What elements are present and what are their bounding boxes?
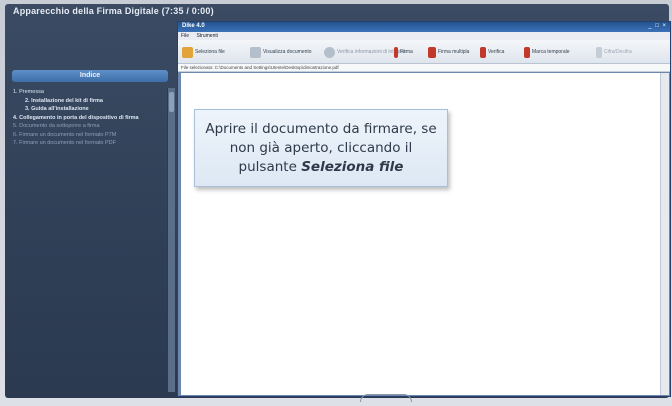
index-item-collegamento[interactable]: 4. Collegamento in porta del dispositivo… xyxy=(11,114,169,123)
document-icon xyxy=(250,46,261,58)
index-item-installazione-kit[interactable]: 2. Installazione del kit di firma xyxy=(11,97,169,106)
select-file-label: Seleziona file xyxy=(195,49,225,55)
check-icon xyxy=(480,46,486,58)
document-scrollbar[interactable] xyxy=(660,73,669,395)
refresh-icon xyxy=(324,46,335,58)
screen-frame: Apparecchio della Firma Digitale (7:35 /… xyxy=(0,0,672,406)
view-document-button[interactable]: Visualizza documento xyxy=(250,44,312,60)
pen-multiple-icon xyxy=(428,46,436,58)
index-scrollbar[interactable] xyxy=(167,88,175,392)
index-panel: Indice 1. Premessa 2. Installazione del … xyxy=(11,70,169,392)
index-item-documento[interactable]: 5. Documento da sottoporre a firma xyxy=(11,122,169,131)
verify-button[interactable]: Verifica xyxy=(480,44,504,60)
pen-icon xyxy=(394,46,398,58)
view-document-label: Visualizza documento xyxy=(263,49,312,55)
index-scroll-thumb[interactable] xyxy=(169,92,174,112)
lock-icon xyxy=(596,46,602,58)
dike-titlebar: Dike 4.0 _ □ × xyxy=(178,22,670,32)
sign-label: Firma xyxy=(400,49,413,55)
index-item-firma-pdf[interactable]: 7. Firmare un documento nel formato PDF xyxy=(11,139,169,148)
window-controls[interactable]: _ □ × xyxy=(648,23,667,29)
encrypt-button[interactable]: Cifra/Decifra xyxy=(596,44,632,60)
callout-text: Aprire il documento da firmare, se non g… xyxy=(201,120,441,177)
toolbar: Seleziona file Visualizza documento Veri… xyxy=(178,40,670,64)
select-file-button[interactable]: Seleziona file xyxy=(182,44,225,60)
bottom-arc-decoration xyxy=(360,394,412,402)
index-item-guida-installazione[interactable]: 3. Guida all'installazione xyxy=(11,105,169,114)
menu-file[interactable]: File xyxy=(181,33,189,39)
app-title: Apparecchio della Firma Digitale (7:35 /… xyxy=(13,6,214,16)
timestamp-label: Marca temporale xyxy=(532,49,570,55)
menubar: File Strumenti xyxy=(178,32,670,40)
index-list: 1. Premessa 2. Installazione del kit di … xyxy=(11,88,169,148)
dike-window: Dike 4.0 _ □ × File Strumenti Seleziona … xyxy=(177,21,671,397)
verify-label: Verifica xyxy=(488,49,505,55)
timestamp-icon xyxy=(524,46,530,58)
app-window: Apparecchio della Firma Digitale (7:35 /… xyxy=(5,4,671,398)
index-header: Indice xyxy=(12,70,168,82)
index-item-firma-p7m[interactable]: 6. Firmare un documento nel formato P7M xyxy=(11,131,169,140)
menu-strumenti[interactable]: Strumenti xyxy=(196,33,217,39)
index-item-premessa[interactable]: 1. Premessa xyxy=(11,88,169,97)
selected-file-path: File selezionato: C:\Documents and Setti… xyxy=(178,64,670,72)
multi-sign-button[interactable]: Firma multipla xyxy=(428,44,469,60)
callout-emphasis: Seleziona file xyxy=(301,158,404,175)
folder-icon xyxy=(182,46,193,58)
dike-title: Dike 4.0 xyxy=(182,23,205,29)
instruction-callout: Aprire il documento da firmare, se non g… xyxy=(194,109,448,187)
sign-button[interactable]: Firma xyxy=(394,44,413,60)
timestamp-button[interactable]: Marca temporale xyxy=(524,44,570,60)
multi-sign-label: Firma multipla xyxy=(438,49,470,55)
encrypt-label: Cifra/Decifra xyxy=(604,49,632,55)
